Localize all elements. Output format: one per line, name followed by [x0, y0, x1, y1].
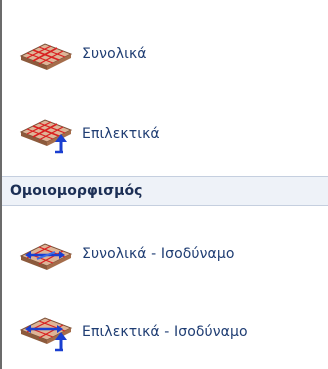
menu-item-overall-equivalent[interactable]: Συνολικά - Ισοδύναμο: [2, 234, 328, 274]
section-title: Ομοιομορφισμός: [10, 183, 143, 199]
menu-panel: Συνολικά Επιλεκτικά Ομοιομορφισμός Συνολ…: [0, 0, 328, 369]
menu-item-label: Επιλεκτικά: [82, 126, 160, 142]
menu-item-selective-equivalent[interactable]: Επιλεκτικά - Ισοδύναμο: [2, 312, 328, 352]
selective-equivalent-plate-icon: [16, 312, 76, 352]
section-header-uniformity: Ομοιομορφισμός: [2, 176, 328, 206]
menu-item-label: Συνολικά - Ισοδύναμο: [82, 246, 235, 262]
menu-item-label: Συνολικά: [82, 46, 147, 62]
menu-item-label: Επιλεκτικά - Ισοδύναμο: [82, 324, 248, 340]
menu-item-selective[interactable]: Επιλεκτικά: [2, 114, 328, 154]
selective-load-plate-icon: [16, 114, 76, 154]
distributed-load-plate-icon: [16, 34, 76, 74]
menu-item-overall[interactable]: Συνολικά: [2, 34, 328, 74]
uniform-equivalent-plate-icon: [16, 234, 76, 274]
